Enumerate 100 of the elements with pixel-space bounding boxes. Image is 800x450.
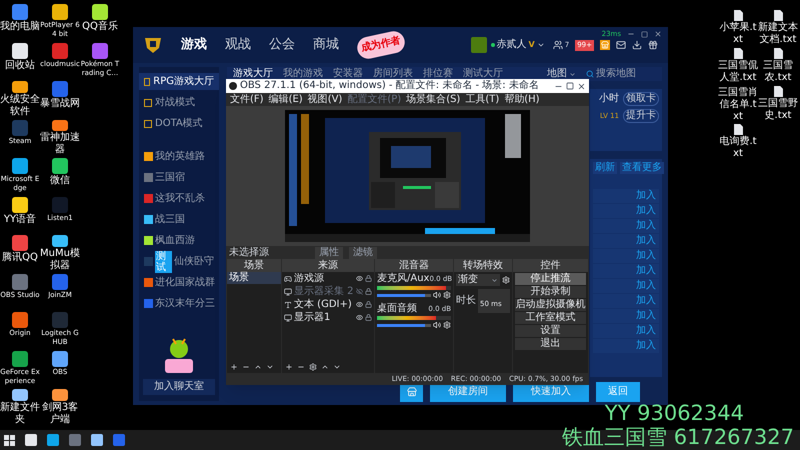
close-icon[interactable] bbox=[654, 30, 662, 38]
vip-label: V bbox=[528, 39, 535, 51]
menu-item[interactable]: 帮助(H) bbox=[504, 94, 540, 106]
friends-icon[interactable] bbox=[552, 40, 563, 50]
sidebar-item[interactable]: 进化国家战群 bbox=[139, 274, 219, 291]
sidebar-item[interactable]: DOTA模式 bbox=[139, 115, 219, 132]
gift-icon[interactable] bbox=[648, 40, 658, 50]
app-icon[interactable] bbox=[92, 4, 108, 20]
sub-tab[interactable]: 房间列表 bbox=[373, 68, 413, 80]
control-button[interactable]: 启动虚拟摄像机 bbox=[515, 299, 586, 311]
maximize-icon[interactable] bbox=[641, 30, 648, 38]
user-name[interactable]: 赤贰人 bbox=[496, 39, 527, 51]
app-icon[interactable] bbox=[52, 158, 68, 174]
menu-item[interactable]: 工具(T) bbox=[465, 94, 500, 106]
source-item[interactable]: 文本 (GDI+) bbox=[294, 298, 354, 310]
lock-icon[interactable] bbox=[365, 275, 372, 282]
sidebar-item[interactable]: 东汉末年分三 bbox=[139, 295, 219, 312]
app-icon[interactable] bbox=[12, 350, 28, 366]
sub-tab[interactable]: 我的游戏 bbox=[283, 68, 323, 80]
sub-tab[interactable]: 安装器 bbox=[333, 68, 363, 80]
eye-icon[interactable] bbox=[356, 301, 363, 308]
add-icon[interactable] bbox=[230, 363, 238, 371]
join-chat-button[interactable]: 加入聊天室 bbox=[143, 379, 215, 395]
logo-icon[interactable] bbox=[143, 36, 163, 54]
control-button[interactable]: 开始录制 bbox=[515, 286, 586, 298]
app-icon[interactable] bbox=[52, 350, 68, 366]
move-down-icon[interactable] bbox=[333, 363, 341, 371]
download-icon[interactable] bbox=[632, 40, 642, 50]
app-icon[interactable] bbox=[52, 389, 68, 400]
sidebar-item[interactable]: 我的英雄路 bbox=[139, 148, 219, 165]
sidebar-item[interactable]: 三国宿 bbox=[139, 169, 219, 186]
sidebar-item[interactable]: RPG游戏大厅 bbox=[139, 73, 219, 90]
source-item[interactable]: 游戏源 bbox=[294, 272, 354, 284]
sub-tab[interactable]: 排位赛 bbox=[423, 68, 453, 80]
sub-tab[interactable]: 游戏大厅 bbox=[233, 68, 273, 80]
nav-tab[interactable]: 公会 bbox=[269, 37, 295, 53]
eye-icon[interactable] bbox=[356, 275, 363, 282]
menu-item[interactable]: 编辑(E) bbox=[268, 94, 303, 106]
eye-off-icon[interactable] bbox=[356, 288, 363, 295]
control-button[interactable]: 工作室模式 bbox=[515, 312, 586, 324]
settings-icon[interactable] bbox=[309, 363, 317, 371]
transition-select[interactable]: 渐变 bbox=[456, 274, 500, 286]
app-icon[interactable] bbox=[52, 120, 68, 131]
nav-tab[interactable]: 观战 bbox=[225, 37, 251, 53]
move-up-icon[interactable] bbox=[254, 363, 262, 371]
app-icon[interactable] bbox=[12, 42, 28, 58]
caret-icon[interactable] bbox=[536, 41, 545, 49]
lock-icon[interactable] bbox=[365, 301, 372, 308]
lock-icon[interactable] bbox=[365, 314, 372, 321]
lock-icon[interactable] bbox=[365, 288, 372, 295]
sidebar-item[interactable]: 对战模式 bbox=[139, 94, 219, 111]
room-button[interactable]: 刷新 bbox=[593, 162, 617, 174]
menu-item[interactable]: 场景集合(S) bbox=[406, 94, 460, 106]
app-icon[interactable] bbox=[12, 158, 28, 174]
menu-item[interactable]: 文件(F) bbox=[230, 94, 264, 106]
nav-tab[interactable]: 商城 bbox=[313, 37, 339, 53]
settings-icon[interactable] bbox=[502, 276, 510, 284]
document-icon[interactable] bbox=[772, 10, 784, 21]
app-icon[interactable] bbox=[52, 4, 68, 20]
source-toolbar-button[interactable]: 滤镜 bbox=[349, 246, 377, 258]
nav-tab[interactable]: 游戏 bbox=[181, 37, 207, 53]
add-icon[interactable] bbox=[285, 363, 293, 371]
card-button[interactable]: 提升卡 bbox=[623, 109, 659, 123]
close-icon[interactable] bbox=[577, 82, 586, 90]
sidebar-item[interactable]: 这我不乱杀 bbox=[139, 190, 219, 207]
avatar-icon[interactable] bbox=[470, 37, 487, 53]
document-icon[interactable] bbox=[732, 10, 744, 21]
settings-icon[interactable] bbox=[443, 321, 451, 329]
mail-icon[interactable] bbox=[616, 40, 626, 50]
app-icon[interactable] bbox=[12, 196, 28, 212]
map-filter[interactable]: 地图 bbox=[547, 68, 576, 80]
document-icon[interactable] bbox=[772, 48, 784, 59]
app-icon[interactable] bbox=[12, 389, 28, 400]
eye-icon[interactable] bbox=[356, 314, 363, 321]
document-icon[interactable] bbox=[732, 48, 744, 59]
speaker-icon[interactable] bbox=[433, 321, 441, 329]
room-button[interactable]: 查看更多 bbox=[620, 162, 664, 174]
sidebar-item[interactable]: 枫血西游 bbox=[139, 232, 219, 249]
card-button[interactable]: 领取卡 bbox=[623, 92, 659, 106]
settings-icon[interactable] bbox=[443, 291, 451, 299]
scene-item[interactable]: 场景 bbox=[227, 272, 281, 284]
windows-icon[interactable] bbox=[4, 434, 15, 446]
app-icon[interactable] bbox=[12, 81, 28, 92]
source-toolbar-button[interactable]: 属性 bbox=[315, 246, 343, 258]
control-button[interactable]: 停止推流 bbox=[515, 273, 586, 285]
search-field[interactable]: 搜索地图 bbox=[586, 68, 656, 80]
speaker-icon[interactable] bbox=[433, 291, 441, 299]
sub-tab[interactable]: 测试大厅 bbox=[463, 68, 503, 80]
app-icon[interactable] bbox=[52, 235, 68, 246]
menu-item[interactable]: 视图(V) bbox=[308, 94, 342, 106]
sidebar-item[interactable]: 战三国 bbox=[139, 211, 219, 228]
control-button[interactable]: 退出 bbox=[515, 338, 586, 350]
maximize-icon[interactable] bbox=[566, 82, 574, 90]
control-button[interactable]: 设置 bbox=[515, 325, 586, 337]
move-up-icon[interactable] bbox=[321, 363, 329, 371]
source-item[interactable]: 显示器1 bbox=[294, 312, 354, 324]
move-down-icon[interactable] bbox=[266, 363, 274, 371]
source-item[interactable]: 显示器采集 2 bbox=[294, 286, 354, 298]
document-icon[interactable] bbox=[772, 86, 784, 97]
document-icon[interactable] bbox=[732, 124, 744, 135]
